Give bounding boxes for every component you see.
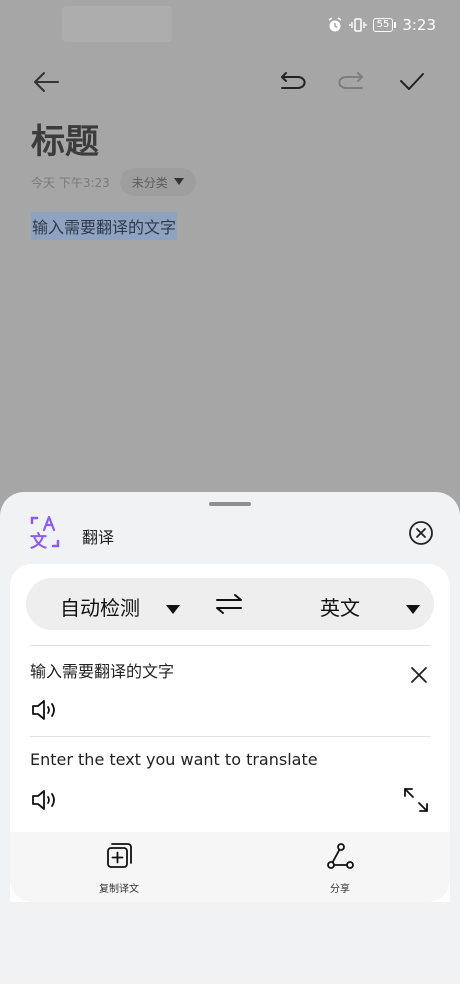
drag-handle[interactable] [209, 502, 251, 506]
clear-text-icon[interactable] [408, 664, 430, 686]
translated-text: Enter the text you want to translate [30, 750, 318, 769]
redo-icon[interactable] [336, 66, 368, 98]
vibrate-icon [348, 17, 367, 33]
note-body-selected-text[interactable]: 输入需要翻译的文字 [31, 212, 178, 240]
copy-translation-label: 复制译文 [99, 884, 139, 895]
share-icon [326, 842, 354, 874]
status-right: 55 3:23 [327, 16, 436, 34]
note-date: 今天 下午3:23 [31, 175, 110, 190]
swap-languages-icon[interactable] [214, 592, 244, 616]
note-title[interactable]: 标题 [31, 114, 99, 163]
divider [30, 645, 430, 646]
target-speaker-icon[interactable] [30, 788, 62, 812]
status-bar: 55 3:23 [0, 0, 460, 52]
language-bar: 自动检测 英文 [26, 578, 434, 630]
translate-sheet: 文 翻译 自动检测 英文 输入需要翻译的文字 Enter the text yo… [0, 492, 460, 984]
note-toolbar [0, 58, 460, 104]
category-label: 未分类 [131, 175, 168, 190]
back-arrow-icon[interactable] [30, 66, 62, 98]
alarm-icon [327, 17, 343, 33]
sheet-header: 文 翻译 [0, 512, 460, 562]
status-time: 3:23 [402, 16, 436, 34]
close-circle-icon[interactable] [408, 520, 434, 546]
note-meta: 今天 下午3:23 未分类 [31, 168, 196, 196]
dropdown-triangle-icon [173, 178, 184, 185]
category-dropdown[interactable]: 未分类 [119, 168, 196, 196]
source-text-input[interactable]: 输入需要翻译的文字 [30, 658, 174, 682]
source-language-select[interactable]: 自动检测 [60, 592, 140, 621]
source-dropdown-icon[interactable] [166, 600, 180, 619]
battery-icon: 55 [372, 18, 397, 32]
divider [30, 736, 430, 737]
undo-icon[interactable] [276, 66, 308, 98]
status-left-blur [62, 6, 172, 42]
check-icon[interactable] [396, 66, 428, 98]
battery-level: 55 [372, 18, 394, 32]
expand-icon[interactable] [402, 786, 430, 814]
target-dropdown-icon[interactable] [406, 600, 420, 619]
share-button[interactable]: 分享 [295, 842, 385, 895]
copy-translation-icon [105, 842, 133, 874]
source-speaker-icon[interactable] [30, 698, 62, 722]
target-language-select[interactable]: 英文 [320, 592, 360, 621]
copy-translation-button[interactable]: 复制译文 [74, 842, 164, 895]
action-bar: 复制译文 分享 [10, 832, 450, 902]
sheet-title: 翻译 [82, 528, 115, 547]
translate-logo-icon: 文 [27, 514, 63, 552]
svg-text:文: 文 [30, 531, 48, 550]
share-label: 分享 [330, 884, 350, 895]
